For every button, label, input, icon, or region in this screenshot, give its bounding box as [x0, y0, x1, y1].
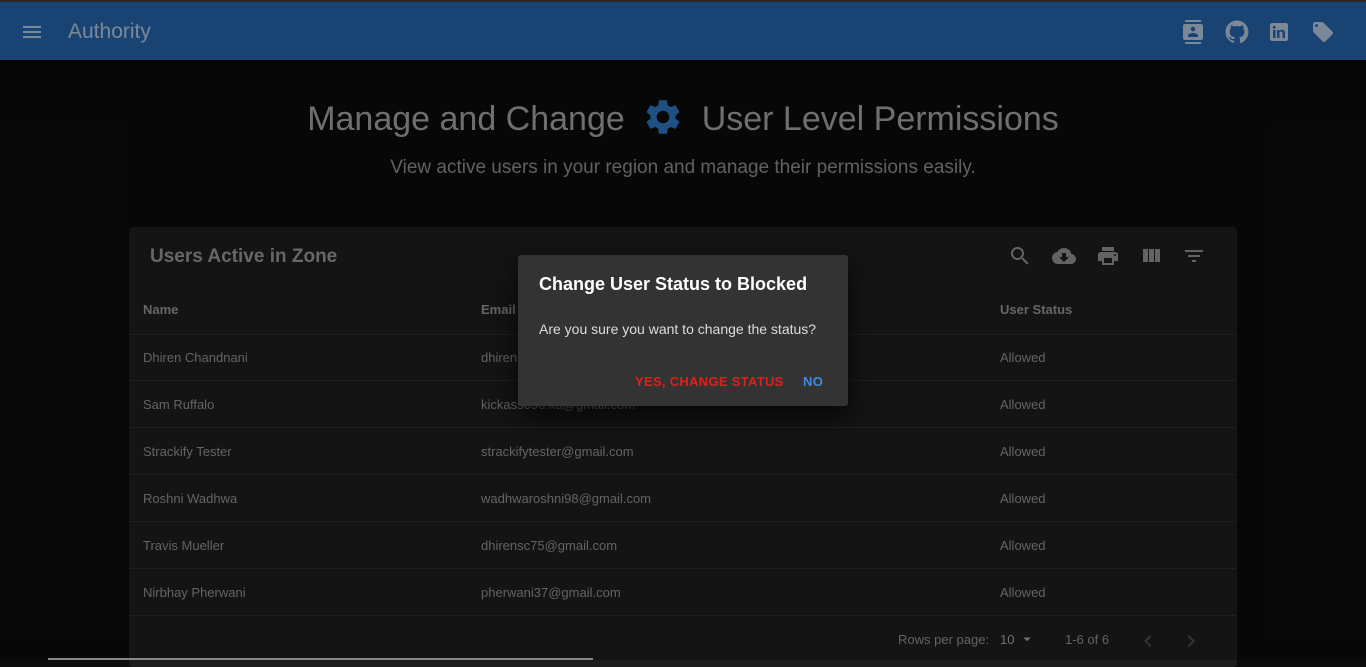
confirm-dialog: Change User Status to Blocked Are you su… — [518, 255, 848, 406]
confirm-change-status-button[interactable]: Yes, Change Status — [635, 374, 784, 389]
dialog-message: Are you sure you want to change the stat… — [539, 321, 817, 337]
cancel-button[interactable]: No — [803, 374, 823, 389]
dialog-title: Change User Status to Blocked — [539, 274, 808, 294]
